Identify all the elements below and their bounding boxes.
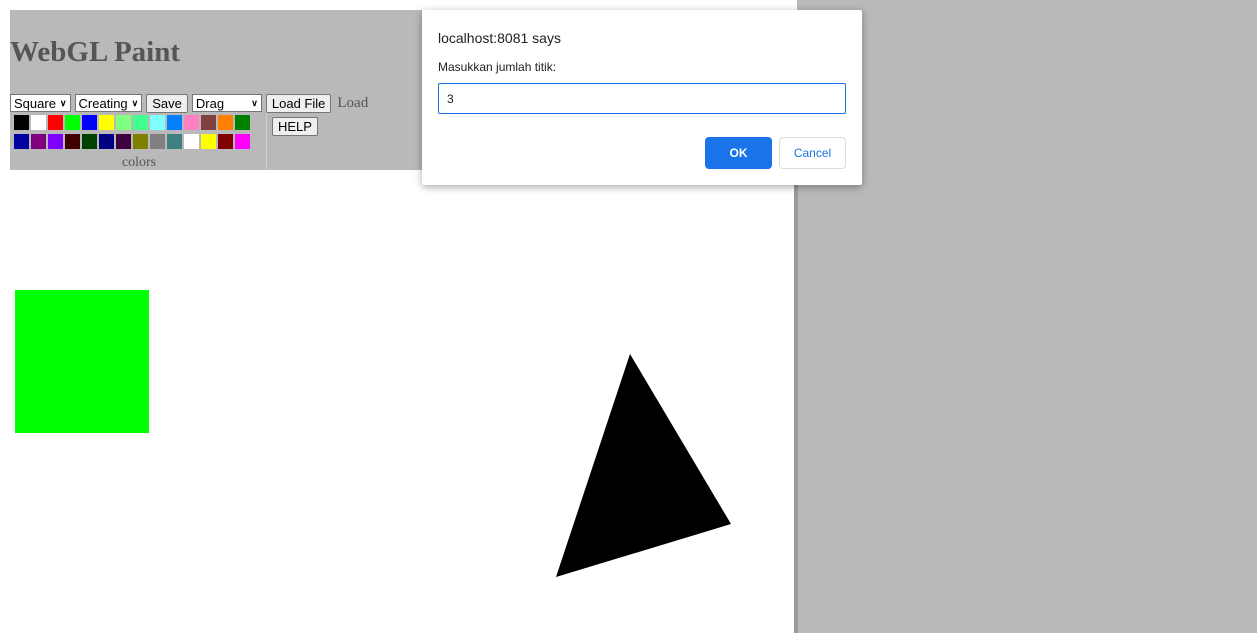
ok-button[interactable]: OK [705,137,772,169]
dialog-title: localhost:8081 says [438,30,561,46]
dialog-input[interactable] [438,83,846,114]
prompt-dialog: localhost:8081 says Masukkan jumlah titi… [422,10,862,185]
cancel-button[interactable]: Cancel [779,137,846,169]
black-triangle-shape[interactable] [556,354,731,577]
dialog-message: Masukkan jumlah titik: [438,60,557,74]
